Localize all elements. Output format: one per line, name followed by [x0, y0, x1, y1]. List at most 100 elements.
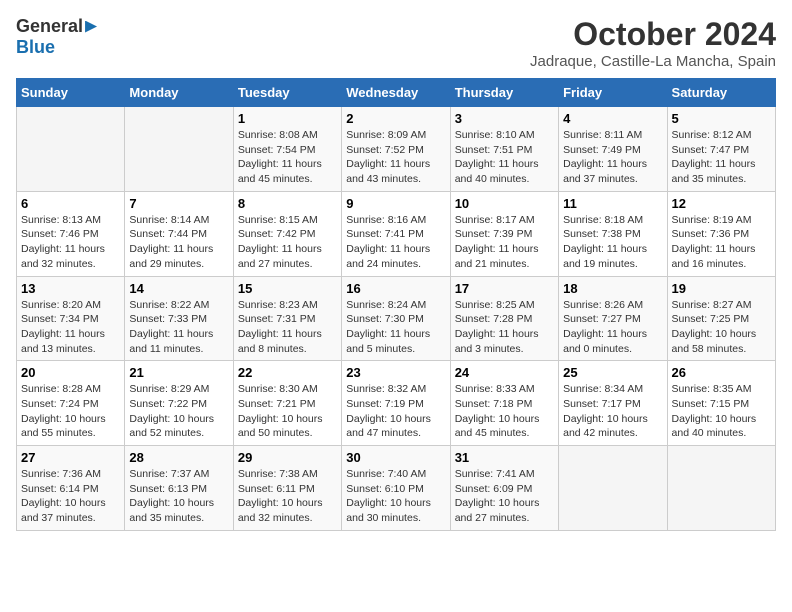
calendar-cell: 31Sunrise: 7:41 AM Sunset: 6:09 PM Dayli… [450, 446, 558, 531]
day-number: 9 [346, 196, 445, 211]
day-info: Sunrise: 8:34 AM Sunset: 7:17 PM Dayligh… [563, 382, 662, 441]
day-info: Sunrise: 8:25 AM Sunset: 7:28 PM Dayligh… [455, 298, 554, 357]
calendar-cell: 6 Sunrise: 8:13 AM Sunset: 7:46 PM Daylig… [17, 191, 125, 276]
day-info: Sunrise: 8:24 AM Sunset: 7:30 PM Dayligh… [346, 298, 445, 357]
day-number: 30 [346, 450, 445, 465]
day-info: Sunrise: 8:33 AM Sunset: 7:18 PM Dayligh… [455, 382, 554, 441]
weekday-header: Thursday [450, 79, 558, 107]
calendar-week-row: 20 Sunrise: 8:28 AM Sunset: 7:24 PM Dayli… [17, 361, 776, 446]
calendar-cell [667, 446, 775, 531]
day-info: Sunrise: 8:10 AM Sunset: 7:51 PM Dayligh… [455, 128, 554, 187]
calendar-cell: 17 Sunrise: 8:25 AM Sunset: 7:28 PM Dayli… [450, 276, 558, 361]
day-info: Sunrise: 8:23 AM Sunset: 7:31 PM Dayligh… [238, 298, 337, 357]
calendar-week-row: 27Sunrise: 7:36 AM Sunset: 6:14 PM Dayli… [17, 446, 776, 531]
day-info: Sunrise: 8:13 AM Sunset: 7:46 PM Dayligh… [21, 213, 120, 272]
location-title: Jadraque, Castille-La Mancha, Spain [530, 53, 776, 70]
weekday-header: Wednesday [342, 79, 450, 107]
day-info: Sunrise: 8:18 AM Sunset: 7:38 PM Dayligh… [563, 213, 662, 272]
day-info: Sunrise: 7:38 AM Sunset: 6:11 PM Dayligh… [238, 467, 337, 526]
calendar-cell: 26Sunrise: 8:35 AM Sunset: 7:15 PM Dayli… [667, 361, 775, 446]
day-info: Sunrise: 7:40 AM Sunset: 6:10 PM Dayligh… [346, 467, 445, 526]
title-block: October 2024 Jadraque, Castille-La Manch… [530, 16, 776, 70]
day-info: Sunrise: 8:32 AM Sunset: 7:19 PM Dayligh… [346, 382, 445, 441]
weekday-header: Monday [125, 79, 233, 107]
calendar-cell: 27Sunrise: 7:36 AM Sunset: 6:14 PM Dayli… [17, 446, 125, 531]
calendar-body: 1 Sunrise: 8:08 AM Sunset: 7:54 PM Daylig… [17, 107, 776, 531]
calendar-cell: 2 Sunrise: 8:09 AM Sunset: 7:52 PM Daylig… [342, 107, 450, 192]
day-number: 3 [455, 111, 554, 126]
day-info: Sunrise: 8:17 AM Sunset: 7:39 PM Dayligh… [455, 213, 554, 272]
calendar-cell: 4 Sunrise: 8:11 AM Sunset: 7:49 PM Daylig… [559, 107, 667, 192]
calendar-cell: 18 Sunrise: 8:26 AM Sunset: 7:27 PM Dayli… [559, 276, 667, 361]
day-info: Sunrise: 8:09 AM Sunset: 7:52 PM Dayligh… [346, 128, 445, 187]
day-number: 10 [455, 196, 554, 211]
day-number: 5 [672, 111, 771, 126]
calendar-cell: 12 Sunrise: 8:19 AM Sunset: 7:36 PM Dayli… [667, 191, 775, 276]
calendar-cell: 20 Sunrise: 8:28 AM Sunset: 7:24 PM Dayli… [17, 361, 125, 446]
calendar-week-row: 1 Sunrise: 8:08 AM Sunset: 7:54 PM Daylig… [17, 107, 776, 192]
weekday-header: Tuesday [233, 79, 341, 107]
day-number: 16 [346, 281, 445, 296]
weekday-header: Friday [559, 79, 667, 107]
day-number: 15 [238, 281, 337, 296]
weekday-header: Saturday [667, 79, 775, 107]
day-info: Sunrise: 7:36 AM Sunset: 6:14 PM Dayligh… [21, 467, 120, 526]
calendar-cell: 7Sunrise: 8:14 AM Sunset: 7:44 PM Daylig… [125, 191, 233, 276]
calendar-week-row: 13 Sunrise: 8:20 AM Sunset: 7:34 PM Dayli… [17, 276, 776, 361]
weekday-row: SundayMondayTuesdayWednesdayThursdayFrid… [17, 79, 776, 107]
day-info: Sunrise: 8:35 AM Sunset: 7:15 PM Dayligh… [672, 382, 771, 441]
day-number: 1 [238, 111, 337, 126]
day-info: Sunrise: 8:29 AM Sunset: 7:22 PM Dayligh… [129, 382, 228, 441]
day-number: 4 [563, 111, 662, 126]
calendar-header: SundayMondayTuesdayWednesdayThursdayFrid… [17, 79, 776, 107]
day-info: Sunrise: 8:15 AM Sunset: 7:42 PM Dayligh… [238, 213, 337, 272]
day-info: Sunrise: 8:11 AM Sunset: 7:49 PM Dayligh… [563, 128, 662, 187]
day-number: 24 [455, 365, 554, 380]
calendar-cell: 21 Sunrise: 8:29 AM Sunset: 7:22 PM Dayli… [125, 361, 233, 446]
day-number: 12 [672, 196, 771, 211]
calendar-cell: 13 Sunrise: 8:20 AM Sunset: 7:34 PM Dayli… [17, 276, 125, 361]
day-number: 20 [21, 365, 120, 380]
calendar-table: SundayMondayTuesdayWednesdayThursdayFrid… [16, 78, 776, 531]
day-info: Sunrise: 8:30 AM Sunset: 7:21 PM Dayligh… [238, 382, 337, 441]
calendar-cell [559, 446, 667, 531]
day-number: 8 [238, 196, 337, 211]
calendar-cell: 24 Sunrise: 8:33 AM Sunset: 7:18 PM Dayli… [450, 361, 558, 446]
day-info: Sunrise: 8:16 AM Sunset: 7:41 PM Dayligh… [346, 213, 445, 272]
calendar-cell: 8 Sunrise: 8:15 AM Sunset: 7:42 PM Daylig… [233, 191, 341, 276]
calendar-cell: 11Sunrise: 8:18 AM Sunset: 7:38 PM Dayli… [559, 191, 667, 276]
day-number: 23 [346, 365, 445, 380]
day-info: Sunrise: 8:26 AM Sunset: 7:27 PM Dayligh… [563, 298, 662, 357]
day-number: 28 [129, 450, 228, 465]
day-number: 13 [21, 281, 120, 296]
day-number: 22 [238, 365, 337, 380]
calendar-cell: 1 Sunrise: 8:08 AM Sunset: 7:54 PM Daylig… [233, 107, 341, 192]
calendar-cell: 3 Sunrise: 8:10 AM Sunset: 7:51 PM Daylig… [450, 107, 558, 192]
day-info: Sunrise: 8:12 AM Sunset: 7:47 PM Dayligh… [672, 128, 771, 187]
calendar-cell: 25Sunrise: 8:34 AM Sunset: 7:17 PM Dayli… [559, 361, 667, 446]
calendar-cell: 19Sunrise: 8:27 AM Sunset: 7:25 PM Dayli… [667, 276, 775, 361]
calendar-cell: 5 Sunrise: 8:12 AM Sunset: 7:47 PM Daylig… [667, 107, 775, 192]
calendar-cell: 15 Sunrise: 8:23 AM Sunset: 7:31 PM Dayli… [233, 276, 341, 361]
calendar-cell: 14Sunrise: 8:22 AM Sunset: 7:33 PM Dayli… [125, 276, 233, 361]
day-info: Sunrise: 8:28 AM Sunset: 7:24 PM Dayligh… [21, 382, 120, 441]
day-number: 18 [563, 281, 662, 296]
page-header: General Blue October 2024 Jadraque, Cast… [16, 16, 776, 70]
day-info: Sunrise: 8:20 AM Sunset: 7:34 PM Dayligh… [21, 298, 120, 357]
day-info: Sunrise: 8:27 AM Sunset: 7:25 PM Dayligh… [672, 298, 771, 357]
calendar-cell: 16 Sunrise: 8:24 AM Sunset: 7:30 PM Dayli… [342, 276, 450, 361]
day-number: 21 [129, 365, 228, 380]
logo-icon [85, 21, 97, 33]
day-info: Sunrise: 7:37 AM Sunset: 6:13 PM Dayligh… [129, 467, 228, 526]
calendar-cell: 10 Sunrise: 8:17 AM Sunset: 7:39 PM Dayli… [450, 191, 558, 276]
day-info: Sunrise: 8:08 AM Sunset: 7:54 PM Dayligh… [238, 128, 337, 187]
calendar-week-row: 6 Sunrise: 8:13 AM Sunset: 7:46 PM Daylig… [17, 191, 776, 276]
weekday-header: Sunday [17, 79, 125, 107]
calendar-cell: 29Sunrise: 7:38 AM Sunset: 6:11 PM Dayli… [233, 446, 341, 531]
day-info: Sunrise: 8:14 AM Sunset: 7:44 PM Dayligh… [129, 213, 228, 272]
day-number: 6 [21, 196, 120, 211]
day-info: Sunrise: 8:22 AM Sunset: 7:33 PM Dayligh… [129, 298, 228, 357]
day-info: Sunrise: 8:19 AM Sunset: 7:36 PM Dayligh… [672, 213, 771, 272]
day-number: 17 [455, 281, 554, 296]
day-number: 2 [346, 111, 445, 126]
